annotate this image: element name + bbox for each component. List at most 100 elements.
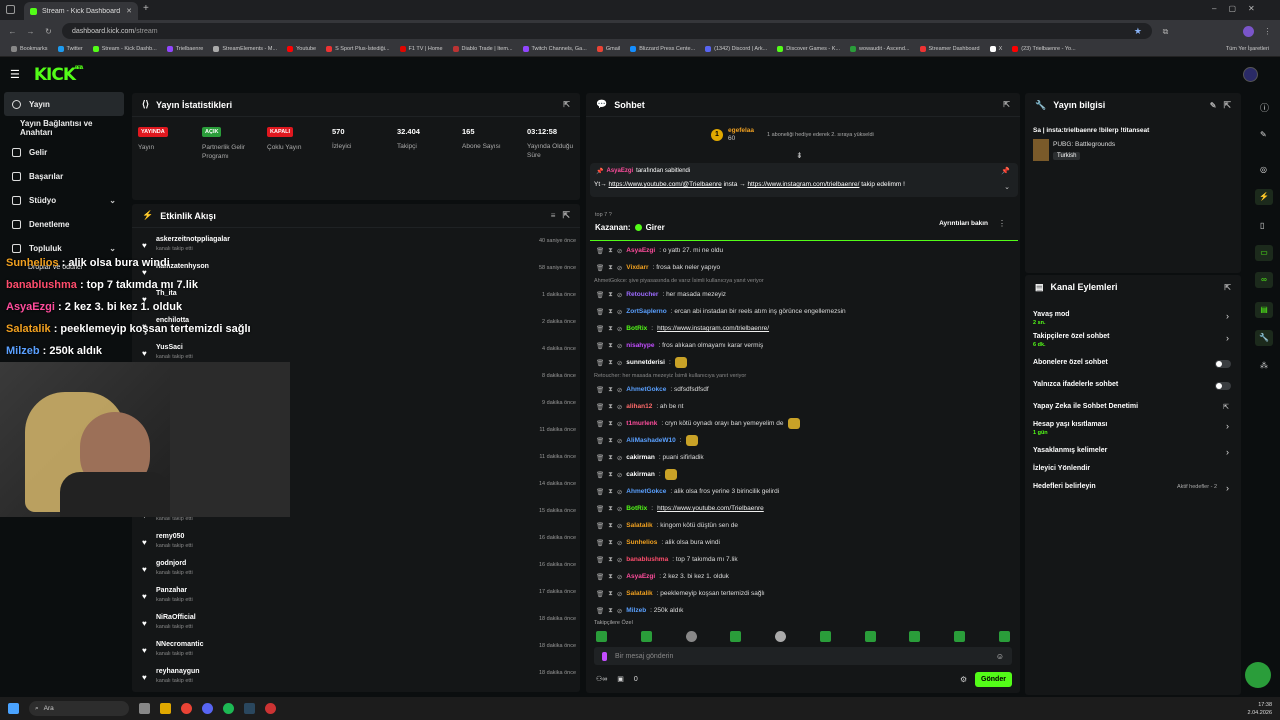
delete-message-icon[interactable]: 🗑 (596, 420, 604, 428)
bookmark-item[interactable]: Streamer Dashboard (917, 46, 983, 52)
delete-message-icon[interactable]: 🗑 (596, 522, 604, 530)
chat-username[interactable]: Salatalik (626, 590, 652, 597)
chat-tool-icon[interactable]: ▭ (1255, 245, 1273, 261)
emote-icon[interactable] (819, 631, 831, 642)
phone-icon[interactable]: ▯ (1260, 221, 1264, 230)
chat-input[interactable]: Bir mesaj gönderin ☺ (594, 647, 1012, 665)
channel-action-item[interactable]: Abonelere özel sohbet (1025, 359, 1241, 379)
chat-username[interactable]: AliMashadeW10 (626, 437, 676, 444)
ban-icon[interactable]: ⊘ (617, 505, 622, 513)
delete-message-icon[interactable]: 🗑 (596, 264, 604, 272)
follower-name[interactable]: reyhanaygun (156, 668, 200, 675)
channel-action-item[interactable]: Yasaklanmış kelimeler › (1025, 447, 1241, 467)
bookmark-item[interactable]: (1342) Discord | Ark... (702, 46, 770, 52)
steam-icon[interactable] (244, 703, 255, 714)
delete-message-icon[interactable]: 🗑 (596, 386, 604, 394)
follower-name[interactable]: remy050 (156, 533, 184, 540)
obs-icon[interactable] (265, 703, 276, 714)
delete-message-icon[interactable]: 🗑 (596, 471, 604, 479)
chat-username[interactable]: cakirman (626, 454, 655, 461)
popout-icon[interactable]: ⇱ (563, 100, 570, 109)
delete-message-icon[interactable]: 🗑 (596, 454, 604, 462)
ban-icon[interactable]: ⊘ (617, 488, 622, 496)
forward-icon[interactable]: → (26, 27, 35, 36)
delete-message-icon[interactable]: 🗑 (596, 342, 604, 350)
bookmark-item[interactable]: (23) Trielbaenre - Yo... (1009, 46, 1078, 52)
menu-icon[interactable]: ⋮ (1263, 27, 1272, 36)
timeout-icon[interactable]: ⧗ (608, 420, 613, 428)
link-tool-icon[interactable]: ∞ (1255, 272, 1273, 288)
chat-username[interactable]: AhmetGokce (626, 488, 666, 495)
ban-icon[interactable]: ⊘ (617, 437, 622, 445)
sidebar-item-basarilar[interactable]: Başarılar (0, 164, 128, 188)
follower-name[interactable]: Th_ita (156, 290, 177, 297)
timeout-icon[interactable]: ⧗ (608, 308, 613, 316)
emote-icon[interactable] (685, 631, 697, 642)
bookmark-item[interactable]: wowaudit - Ascend... (847, 46, 912, 52)
popout-icon[interactable]: ⇱ (1003, 100, 1010, 109)
delete-message-icon[interactable]: 🗑 (596, 291, 604, 299)
chat-username[interactable]: Sunhelios (626, 539, 657, 546)
channel-action-item[interactable]: Yavaş mod 2 sn. › (1025, 311, 1241, 331)
channel-action-item[interactable]: İzleyici Yönlendir (1025, 465, 1241, 485)
back-icon[interactable]: ← (8, 27, 17, 36)
channel-action-item[interactable]: Yalnızca ifadelerle sohbet (1025, 381, 1241, 401)
chat-username[interactable]: BotRix (626, 505, 647, 512)
ban-icon[interactable]: ⊘ (617, 359, 622, 367)
unpin-icon[interactable]: 📌 (1001, 167, 1010, 175)
ban-icon[interactable]: ⊘ (617, 590, 622, 598)
kick-logo[interactable]: KICKBETA (34, 65, 83, 85)
popout-icon[interactable]: ⇱ (1223, 100, 1231, 111)
timeout-icon[interactable]: ⧗ (608, 342, 613, 350)
chat-username[interactable]: Salatalik (626, 522, 652, 529)
extensions-icon[interactable]: ⧉ (1161, 27, 1170, 36)
follower-name[interactable]: NNecromantic (156, 641, 203, 648)
follower-name[interactable]: askerzeitnotppliagalar (156, 236, 230, 243)
bookmark-item[interactable]: Gmail (594, 46, 623, 52)
chat-settings-icon[interactable]: ⚙ (960, 675, 967, 684)
pinned-instagram-link[interactable]: https://www.instagram.com/trielbaenre/ (747, 181, 859, 188)
user-avatar[interactable] (1243, 67, 1258, 82)
chat-username[interactable]: sunnetderisi (626, 359, 665, 366)
bookmark-star-icon[interactable]: ★ (1134, 26, 1142, 37)
lightning-tool-icon[interactable]: ⚡ (1255, 189, 1273, 205)
tab-search-icon[interactable] (6, 5, 15, 14)
ban-icon[interactable]: ⊘ (617, 420, 622, 428)
timeout-icon[interactable]: ⧗ (608, 607, 613, 615)
chat-username[interactable]: cakirman (626, 471, 655, 478)
bookmark-item[interactable]: Bookmarks (8, 46, 51, 52)
browser-tab[interactable]: Stream - Kick Dashboard ✕ (24, 2, 138, 20)
edit-icon[interactable]: ✎ (1210, 101, 1217, 110)
spotify-icon[interactable] (223, 703, 234, 714)
sidebar-item-denetleme[interactable]: Denetleme (0, 212, 128, 236)
chat-username[interactable]: t1murlenk (626, 420, 657, 427)
timeout-icon[interactable]: ⧗ (608, 386, 613, 394)
toggle-switch[interactable] (1215, 382, 1231, 390)
chrome-icon[interactable] (181, 703, 192, 714)
chat-username[interactable]: ZortSaplerno (626, 308, 666, 315)
plugins-icon[interactable]: ⁂ (1260, 361, 1268, 370)
delete-message-icon[interactable]: 🗑 (596, 247, 604, 255)
ban-icon[interactable]: ⊘ (617, 403, 622, 411)
ban-icon[interactable]: ⊘ (617, 454, 622, 462)
delete-message-icon[interactable]: 🗑 (596, 308, 604, 316)
ban-icon[interactable]: ⊘ (617, 247, 622, 255)
channel-action-item[interactable]: Hedefleri belirleyin › Aktif hedefler - 2 (1025, 483, 1241, 503)
timeout-icon[interactable]: ⧗ (608, 403, 613, 411)
timeout-icon[interactable]: ⧗ (608, 291, 613, 299)
ban-icon[interactable]: ⊘ (617, 556, 622, 564)
follower-name[interactable]: YusSaci (156, 344, 183, 351)
emote-icon[interactable] (909, 631, 921, 642)
chat-username[interactable]: BotRix (626, 325, 647, 332)
emote-icon[interactable] (640, 631, 652, 642)
filter-icon[interactable]: ≡ (551, 211, 556, 220)
follower-name[interactable]: NiRaOfficial (156, 614, 196, 621)
discord-icon[interactable] (202, 703, 213, 714)
ban-icon[interactable]: ⊘ (617, 573, 622, 581)
expand-icon[interactable]: ⌄ (1004, 183, 1010, 191)
pencil-icon[interactable]: ✎ (1260, 130, 1267, 139)
close-tab-icon[interactable]: ✕ (126, 7, 132, 15)
emote-icon[interactable] (954, 631, 966, 642)
emote-icon[interactable] (998, 631, 1010, 642)
pinned-youtube-link[interactable]: https://www.youtube.com/@Trielbaenre (608, 181, 721, 188)
